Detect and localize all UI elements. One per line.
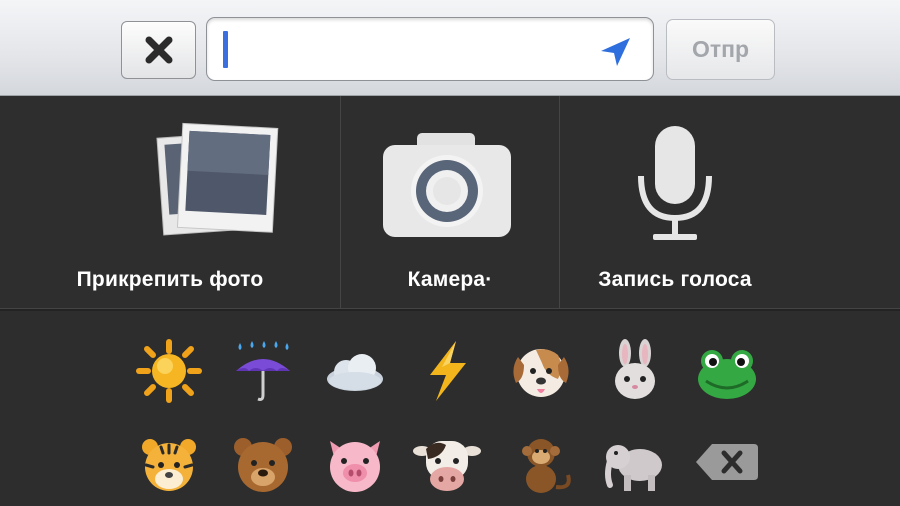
emoji-key-umbrella-rain[interactable] (228, 339, 298, 403)
send-button-label: Отпр (691, 36, 750, 62)
emoji-key-cloud[interactable] (320, 339, 390, 403)
message-input[interactable] (221, 30, 601, 68)
camera-button[interactable]: Камера· (341, 96, 559, 308)
elephant-icon (605, 445, 662, 491)
attachment-divider (559, 96, 560, 308)
location-arrow-icon[interactable] (598, 36, 632, 68)
backspace-icon (696, 444, 758, 480)
tiger-face-icon (142, 439, 196, 491)
message-field[interactable] (206, 17, 654, 81)
emoji-key-sun[interactable] (134, 339, 204, 403)
attach-photo-label: Прикрепить фото (76, 268, 264, 291)
emoji-key-rabbit-face[interactable] (600, 339, 670, 403)
emoji-key-bear-face[interactable] (228, 431, 298, 495)
microphone-icon (638, 126, 712, 240)
photos-icon (156, 122, 279, 236)
emoji-key-elephant[interactable] (600, 431, 670, 495)
monkey-icon (522, 439, 571, 493)
close-x-icon (145, 36, 172, 64)
pig-face-icon (330, 441, 380, 492)
emoji-key-pig-face[interactable] (320, 431, 390, 495)
lightning-icon (430, 341, 466, 401)
attachment-divider (340, 96, 341, 308)
cow-face-icon (413, 441, 481, 491)
attachment-panel: Прикрепить фото Камера· Запись голоса (0, 96, 900, 308)
close-button[interactable] (121, 21, 196, 79)
dog-face-icon (513, 349, 569, 397)
sun-icon (136, 339, 202, 403)
cloud-icon (327, 354, 383, 391)
attach-photo-button[interactable]: Прикрепить фото (0, 96, 340, 308)
camera-icon (383, 133, 511, 237)
voice-record-button[interactable]: Запись голоса (560, 96, 790, 308)
bear-face-icon (234, 438, 292, 492)
emoji-key-tiger-face[interactable] (134, 431, 204, 495)
emoji-key-lightning[interactable] (412, 339, 482, 403)
send-button[interactable]: Отпр (666, 19, 775, 80)
emoji-key-dog-face[interactable] (506, 339, 576, 403)
emoji-keyboard (0, 311, 900, 506)
emoji-key-monkey[interactable] (506, 431, 576, 495)
message-input-bar: Отпр (0, 0, 900, 96)
emoji-backspace-key[interactable] (692, 431, 762, 495)
umbrella-rain-icon (236, 341, 290, 401)
voice-record-label: Запись голоса (598, 268, 752, 291)
camera-label: Камера· (407, 268, 493, 291)
rabbit-face-icon (615, 339, 655, 399)
emoji-key-frog-face[interactable] (692, 339, 762, 403)
frog-face-icon (698, 350, 756, 399)
emoji-key-cow-face[interactable] (412, 431, 482, 495)
